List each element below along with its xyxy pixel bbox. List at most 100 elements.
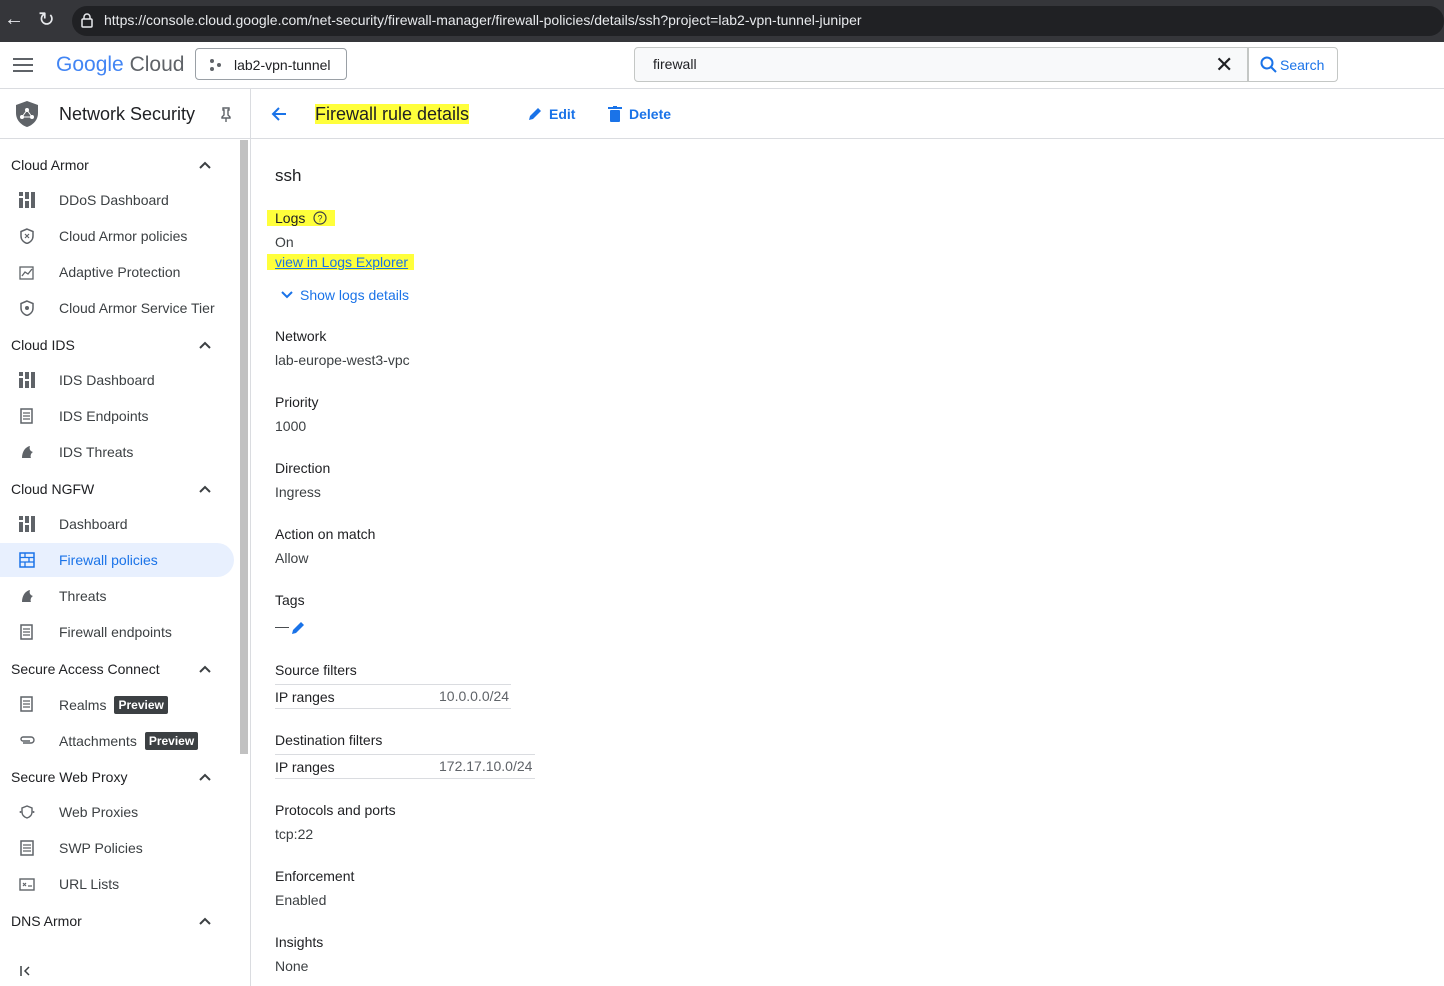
insights-label: Insights	[275, 934, 324, 950]
sidebar-item-dashboard[interactable]: Dashboard	[0, 507, 234, 541]
tags-value: —	[275, 618, 289, 634]
product-title: Network Security	[59, 104, 196, 124]
chevron-up-icon[interactable]	[198, 338, 212, 352]
action-label: Action on match	[275, 526, 376, 542]
sidebar-item-attachments[interactable]: Attachments Preview	[0, 723, 234, 757]
sidebar-item-firewall-policies[interactable]: Firewall policies	[0, 543, 234, 577]
realm-icon	[20, 696, 33, 712]
sidebar-item-web-proxies[interactable]: Web Proxies	[0, 795, 234, 829]
chevron-down-icon	[281, 291, 293, 299]
direction-value: Ingress	[275, 484, 321, 500]
sidebar-item-swp-policies[interactable]: SWP Policies	[0, 831, 234, 865]
shield-icon	[20, 228, 34, 244]
sidebar-item-cloud-armor-policies[interactable]: Cloud Armor policies	[0, 219, 234, 253]
sidebar-item-ids-endpoints[interactable]: IDS Endpoints	[0, 399, 234, 433]
back-arrow-icon[interactable]	[270, 105, 288, 123]
pencil-icon	[529, 108, 541, 120]
toolbar-divider	[251, 138, 1444, 139]
url-text[interactable]: https://console.cloud.google.com/net-sec…	[104, 12, 862, 28]
lock-icon	[81, 13, 93, 28]
reload-icon[interactable]: ↻	[38, 7, 55, 32]
source-ip-ranges-value: 10.0.0.0/24	[439, 688, 510, 704]
sidebar-item-adaptive-protection[interactable]: Adaptive Protection	[0, 255, 234, 289]
section-cloud-armor[interactable]: Cloud Armor	[11, 157, 89, 173]
header-divider	[0, 88, 1444, 89]
chevron-up-icon[interactable]	[198, 158, 212, 172]
priority-label: Priority	[275, 394, 319, 410]
browser-toolbar: ← ↻ https://console.cloud.google.com/net…	[0, 0, 1444, 42]
logo-google: Google	[56, 53, 124, 76]
sidebar-item-firewall-endpoints[interactable]: Firewall endpoints	[0, 615, 234, 649]
search-icon	[1260, 56, 1277, 73]
destination-filters-label: Destination filters	[275, 732, 383, 748]
network-label: Network	[275, 328, 327, 344]
network-value: lab-europe-west3-vpc	[275, 352, 410, 368]
page-title: Firewall rule details	[315, 104, 470, 124]
destination-filters-divider	[275, 754, 535, 755]
collapse-sidebar-icon[interactable]	[20, 965, 32, 977]
destination-ip-ranges-key: IP ranges	[275, 759, 335, 775]
section-cloud-ngfw[interactable]: Cloud NGFW	[11, 481, 94, 497]
threat-icon	[22, 590, 33, 602]
section-secure-web-proxy[interactable]: Secure Web Proxy	[11, 769, 127, 785]
logs-label: Logs ?	[267, 210, 336, 226]
shield-tier-icon	[20, 300, 34, 316]
chevron-up-icon[interactable]	[198, 770, 212, 784]
tags-label: Tags	[275, 592, 305, 608]
sidebar-item-realms[interactable]: Realms Preview	[0, 687, 234, 721]
insights-value: None	[275, 958, 309, 974]
sidebar-header-divider	[0, 138, 250, 139]
sidebar-item-threats[interactable]: Threats	[0, 579, 234, 613]
threat-icon	[22, 446, 33, 458]
protocols-label: Protocols and ports	[275, 802, 396, 818]
destination-ip-ranges-value: 172.17.10.0/24	[439, 758, 533, 774]
sidebar-item-cloud-armor-service-tier[interactable]: Cloud Armor Service Tier	[0, 291, 234, 325]
trash-icon	[608, 106, 622, 122]
sidebar-item-ddos-dashboard[interactable]: DDoS Dashboard	[0, 183, 234, 217]
firewall-icon	[19, 552, 35, 568]
source-filters-label: Source filters	[275, 662, 357, 678]
chevron-up-icon[interactable]	[198, 662, 212, 676]
enforcement-label: Enforcement	[275, 868, 355, 884]
rule-name: ssh	[275, 166, 302, 185]
search-input[interactable]: firewall ✕	[634, 47, 1248, 82]
project-picker-button[interactable]: lab2-vpn-tunnel	[195, 48, 347, 80]
sidebar-item-url-lists[interactable]: URL Lists	[0, 867, 234, 901]
sidebar-item-ids-threats[interactable]: IDS Threats	[0, 435, 234, 469]
url-list-icon	[19, 878, 35, 891]
svg-text:?: ?	[318, 214, 323, 224]
search-button[interactable]: Search	[1248, 47, 1338, 82]
section-cloud-ids[interactable]: Cloud IDS	[11, 337, 75, 353]
menu-icon[interactable]	[13, 54, 33, 76]
sidebar-item-ids-dashboard[interactable]: IDS Dashboard	[0, 363, 234, 397]
sidebar-scrollbar[interactable]	[240, 140, 248, 754]
logo-cloud: Cloud	[129, 53, 185, 76]
pin-icon[interactable]	[219, 107, 233, 123]
preview-badge: Preview	[144, 732, 199, 750]
edit-tags-pencil-icon[interactable]	[290, 620, 306, 636]
project-name: lab2-vpn-tunnel	[234, 57, 331, 73]
priority-value: 1000	[275, 418, 307, 434]
dashboard-icon	[19, 192, 35, 208]
chevron-up-icon[interactable]	[198, 482, 212, 496]
policy-list-icon	[20, 840, 34, 856]
attachment-icon	[20, 736, 35, 744]
direction-label: Direction	[275, 460, 331, 476]
preview-badge: Preview	[114, 696, 168, 714]
enforcement-value: Enabled	[275, 892, 327, 908]
logs-value: On	[275, 234, 294, 250]
section-secure-access-connect[interactable]: Secure Access Connect	[11, 661, 160, 677]
logs-explorer-link[interactable]: view in Logs Explorer	[267, 254, 415, 270]
back-arrow-icon[interactable]: ←	[4, 8, 24, 31]
google-cloud-logo[interactable]: Google Cloud	[56, 53, 184, 77]
clear-search-icon[interactable]: ✕	[1215, 52, 1233, 78]
endpoint-icon	[20, 408, 33, 424]
section-dns-armor[interactable]: DNS Armor	[11, 913, 82, 929]
dashboard-icon	[19, 372, 35, 388]
network-security-shield-icon	[16, 101, 38, 127]
proxy-icon	[19, 805, 35, 819]
sidebar-divider	[250, 88, 251, 986]
chevron-up-icon[interactable]	[198, 914, 212, 928]
help-icon[interactable]: ?	[313, 211, 327, 225]
delete-button[interactable]: Delete	[608, 104, 678, 126]
